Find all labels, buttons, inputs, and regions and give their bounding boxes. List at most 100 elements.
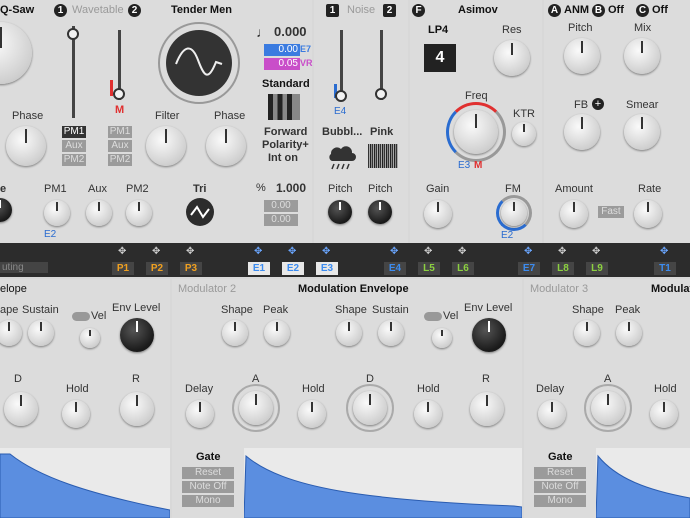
mod-source-drag-handle-icon[interactable]: ✥ bbox=[390, 246, 398, 257]
mod3-a-knob[interactable] bbox=[591, 391, 625, 425]
int-on[interactable]: Int on bbox=[268, 152, 298, 164]
ktr-knob[interactable] bbox=[512, 122, 536, 146]
pink-label[interactable]: Pink bbox=[370, 126, 393, 138]
mod2-shape2-knob[interactable] bbox=[336, 320, 362, 346]
mod2-delay-knob[interactable] bbox=[186, 400, 214, 428]
aux-button[interactable]: Aux bbox=[62, 140, 86, 152]
phase2-knob[interactable] bbox=[206, 126, 246, 166]
fx-smear-knob[interactable] bbox=[624, 114, 660, 150]
mod1-hold-knob[interactable] bbox=[62, 400, 90, 428]
mod3-title[interactable]: Modulati bbox=[651, 283, 690, 295]
mod-source-p1[interactable]: P1 bbox=[112, 262, 134, 275]
mod-source-drag-handle-icon[interactable]: ✥ bbox=[660, 246, 668, 257]
mod2-reset-button[interactable]: Reset bbox=[182, 467, 234, 479]
wave-display[interactable] bbox=[166, 30, 232, 96]
pm1-button-2[interactable]: PM1 bbox=[108, 126, 132, 138]
noise-pitch1-knob[interactable] bbox=[328, 200, 352, 224]
filter-type-icon[interactable]: 4 bbox=[424, 44, 456, 72]
mod-source-drag-handle-icon[interactable]: ✥ bbox=[118, 246, 126, 257]
mod2-hold-knob[interactable] bbox=[298, 400, 326, 428]
noise1-thumb[interactable] bbox=[335, 90, 347, 102]
aux-amount-knob[interactable] bbox=[86, 200, 112, 226]
small-value-b[interactable]: 0.00 bbox=[264, 214, 298, 226]
pm1-amount-knob[interactable] bbox=[44, 200, 70, 226]
mod-source-drag-handle-icon[interactable]: ✥ bbox=[254, 246, 262, 257]
filter-type[interactable]: LP4 bbox=[428, 24, 448, 36]
fx-fast-button[interactable]: Fast bbox=[598, 206, 624, 218]
mod-source-p2[interactable]: P2 bbox=[146, 262, 168, 275]
mod-source-e3[interactable]: E3 bbox=[316, 262, 338, 275]
bubble-label[interactable]: Bubbl... bbox=[322, 126, 362, 138]
mod1-r-knob[interactable] bbox=[120, 392, 154, 426]
mod-source-l9[interactable]: L9 bbox=[586, 262, 608, 275]
aux-button-2[interactable]: Aux bbox=[108, 140, 132, 152]
mod1-sustain-knob[interactable] bbox=[28, 320, 54, 346]
noise-pitch2-knob[interactable] bbox=[368, 200, 392, 224]
mod-source-drag-handle-icon[interactable]: ✥ bbox=[322, 246, 330, 257]
mod2-a-knob[interactable] bbox=[239, 391, 273, 425]
noise2-thumb[interactable] bbox=[375, 88, 387, 100]
mod-source-drag-handle-icon[interactable]: ✥ bbox=[424, 246, 432, 257]
mod2-shape-knob[interactable] bbox=[222, 320, 248, 346]
pm2-button-2[interactable]: PM2 bbox=[108, 154, 132, 166]
osc-filter-knob[interactable] bbox=[146, 126, 186, 166]
mod3-note-off-button[interactable]: Note Off bbox=[534, 481, 586, 493]
mod-source-l8[interactable]: L8 bbox=[552, 262, 574, 275]
pm2-amount-knob[interactable] bbox=[126, 200, 152, 226]
fx-b-label[interactable]: Off bbox=[608, 4, 624, 16]
pm1-button[interactable]: PM1 bbox=[62, 126, 86, 138]
mod1-env-level-knob[interactable] bbox=[120, 318, 154, 352]
mod2-hold2-knob[interactable] bbox=[414, 400, 442, 428]
fx-pitch-knob[interactable] bbox=[564, 38, 600, 74]
mod3-shape-knob[interactable] bbox=[574, 320, 600, 346]
mod-source-drag-handle-icon[interactable]: ✥ bbox=[288, 246, 296, 257]
fx-fb-knob[interactable] bbox=[564, 114, 600, 150]
mod2-vel-knob[interactable] bbox=[432, 328, 452, 348]
fx-c-label[interactable]: Off bbox=[652, 4, 668, 16]
mod1-vel-toggle-icon[interactable] bbox=[72, 312, 90, 321]
mod-source-e1[interactable]: E1 bbox=[248, 262, 270, 275]
routing-label[interactable]: uting bbox=[0, 262, 48, 273]
coarse-value[interactable]: 0.000 bbox=[274, 24, 307, 39]
mod1-d-knob[interactable] bbox=[4, 392, 38, 426]
mod-source-t1[interactable]: T1 bbox=[654, 262, 676, 275]
mod2-env-level-knob[interactable] bbox=[472, 318, 506, 352]
fine-blue-value[interactable]: 0.00 bbox=[264, 44, 300, 56]
gain-knob[interactable] bbox=[424, 200, 452, 228]
mod-source-l6[interactable]: L6 bbox=[452, 262, 474, 275]
mod2-d-knob[interactable] bbox=[353, 391, 387, 425]
mod-source-drag-handle-icon[interactable]: ✥ bbox=[558, 246, 566, 257]
res-knob[interactable] bbox=[494, 40, 530, 76]
filter-name[interactable]: Asimov bbox=[458, 4, 498, 16]
osc1-level-thumb[interactable] bbox=[67, 28, 79, 40]
mod1-title[interactable]: elope bbox=[0, 283, 27, 295]
pm2-button[interactable]: PM2 bbox=[62, 154, 86, 166]
fx-a-label[interactable]: ANM bbox=[564, 4, 589, 16]
fine-pink-value[interactable]: 0.05 bbox=[264, 58, 300, 70]
tri-wave-button[interactable] bbox=[186, 198, 214, 226]
mod-source-e4[interactable]: E4 bbox=[384, 262, 406, 275]
fx-rate-knob[interactable] bbox=[634, 200, 662, 228]
mod-source-drag-handle-icon[interactable]: ✥ bbox=[152, 246, 160, 257]
mod-source-drag-handle-icon[interactable]: ✥ bbox=[186, 246, 194, 257]
mod2-title[interactable]: Modulation Envelope bbox=[298, 283, 409, 295]
phase-knob[interactable] bbox=[6, 126, 46, 166]
mod2-r-knob[interactable] bbox=[470, 392, 504, 426]
mod-source-e2[interactable]: E2 bbox=[282, 262, 304, 275]
mod1-vel-knob[interactable] bbox=[80, 328, 100, 348]
mod3-delay-knob[interactable] bbox=[538, 400, 566, 428]
mod-source-l5[interactable]: L5 bbox=[418, 262, 440, 275]
mod3-reset-button[interactable]: Reset bbox=[534, 467, 586, 479]
mod-source-e7[interactable]: E7 bbox=[518, 262, 540, 275]
fb-plus-icon[interactable]: + bbox=[592, 98, 604, 110]
polarity[interactable]: Polarity+ bbox=[262, 139, 309, 151]
mod2-note-off-button[interactable]: Note Off bbox=[182, 481, 234, 493]
pct-value[interactable]: 1.000 bbox=[276, 181, 306, 195]
fx-mix-knob[interactable] bbox=[624, 38, 660, 74]
mod2-vel-toggle-icon[interactable] bbox=[424, 312, 442, 321]
small-value-a[interactable]: 0.00 bbox=[264, 200, 298, 212]
mod2-sustain-knob[interactable] bbox=[378, 320, 404, 346]
mod2-peak-knob[interactable] bbox=[264, 320, 290, 346]
mod-source-drag-handle-icon[interactable]: ✥ bbox=[458, 246, 466, 257]
mod-source-drag-handle-icon[interactable]: ✥ bbox=[592, 246, 600, 257]
